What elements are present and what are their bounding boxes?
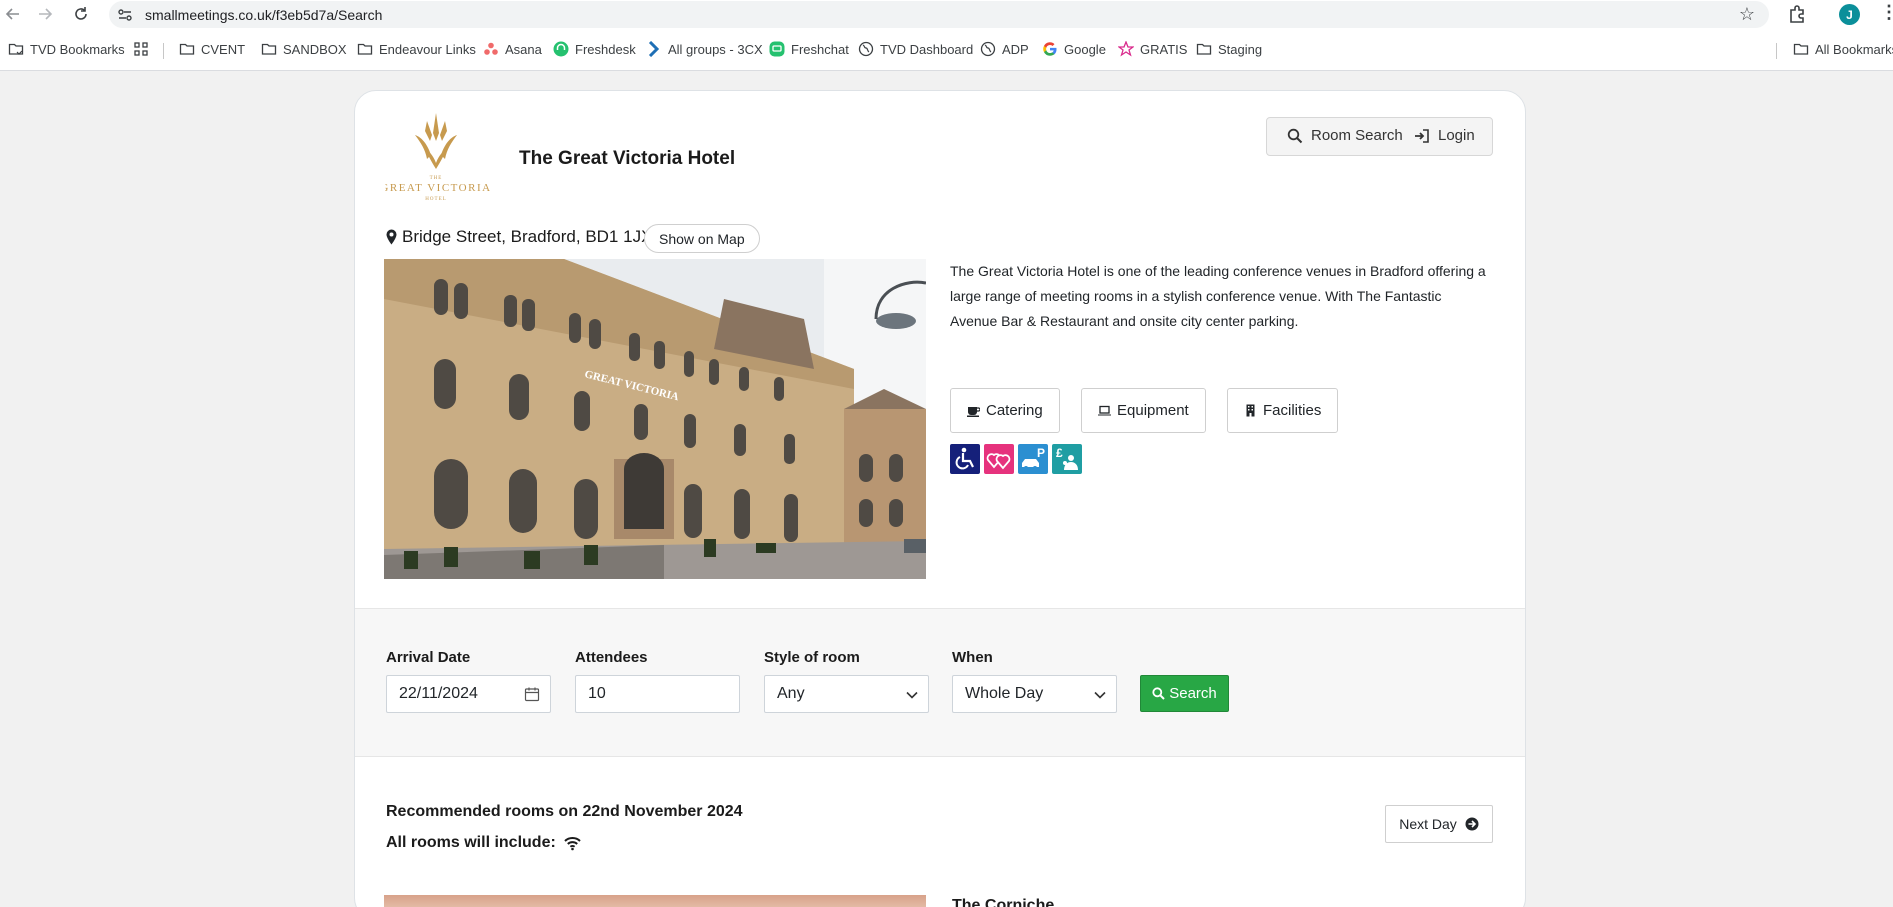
logo-text-line3: HOTEL <box>425 197 446 202</box>
browser-menu-icon[interactable]: ⋮ <box>1880 2 1893 23</box>
bookmark-separator <box>163 43 164 59</box>
folder-icon <box>1196 43 1212 55</box>
facilities-button[interactable]: Facilities <box>1227 388 1339 433</box>
arrow-circle-right-icon <box>1465 817 1479 831</box>
chevron-down-icon <box>906 691 918 699</box>
bookmark-tvd-bookmarks[interactable]: TVD Bookmarks <box>8 41 125 57</box>
bookmark-sandbox[interactable]: SANDBOX <box>261 41 347 57</box>
login-link[interactable]: Login <box>1414 127 1475 144</box>
map-marker-icon <box>386 229 397 245</box>
3cx-icon <box>648 41 660 57</box>
paid-childcare-icon: £ <box>1052 444 1082 474</box>
bookmark-separator <box>1776 43 1777 59</box>
hotel-photo: GREAT VICTORIA <box>384 259 926 579</box>
chevron-down-icon <box>1094 691 1106 699</box>
site-settings-icon[interactable] <box>117 7 133 23</box>
apps-grid-icon <box>134 42 148 56</box>
google-icon <box>1043 42 1057 56</box>
hotel-address: Bridge Street, Bradford, BD1 1JX <box>386 227 652 247</box>
folder-icon <box>357 43 373 55</box>
bookmark-gratis[interactable]: GRATIS <box>1118 41 1187 57</box>
parking-letter: P <box>1037 446 1045 460</box>
logo-text-line2: GREAT VICTORIA <box>385 182 492 194</box>
logo-text-line1: THE <box>430 176 443 181</box>
forward-arrow-icon[interactable] <box>32 1 58 27</box>
address-bar[interactable]: smallmeetings.co.uk/f3eb5d7a/Search ☆ <box>109 1 1769 28</box>
arrival-date-label: Arrival Date <box>386 649 471 666</box>
hotel-card: THE GREAT VICTORIA HOTEL The Great Victo… <box>354 90 1526 907</box>
equipment-button[interactable]: Equipment <box>1081 388 1206 433</box>
folder-icon <box>1793 43 1809 55</box>
bookmark-freshdesk[interactable]: Freshdesk <box>553 41 636 57</box>
bookmark-freshchat[interactable]: Freshchat <box>769 41 849 57</box>
profile-avatar[interactable]: J <box>1839 4 1860 25</box>
rooms-include-line: All rooms will include: <box>386 834 581 852</box>
folder-icon <box>8 43 24 55</box>
room-name[interactable]: The Corniche <box>952 897 1054 907</box>
bookmark-cvent[interactable]: CVENT <box>179 41 245 57</box>
hotel-logo[interactable]: THE GREAT VICTORIA HOTEL <box>385 113 505 205</box>
browser-toolbar: smallmeetings.co.uk/f3eb5d7a/Search ☆ J … <box>0 0 1893 71</box>
catering-button[interactable]: Catering <box>950 388 1060 433</box>
style-of-room-label: Style of room <box>764 649 860 666</box>
back-arrow-icon[interactable] <box>0 1 26 27</box>
search-icon <box>1287 128 1303 143</box>
laptop-icon <box>1098 405 1111 416</box>
bookmarks-bar: TVD Bookmarks CVENT SANDBOX Endeavour Li… <box>0 38 1893 64</box>
room-search-link[interactable]: Room Search <box>1287 127 1403 144</box>
bookmark-star-icon[interactable]: ☆ <box>1739 4 1755 25</box>
freshdesk-icon <box>553 41 569 57</box>
hotel-name: The Great Victoria Hotel <box>519 148 736 169</box>
show-on-map-button[interactable]: Show on Map <box>644 224 760 253</box>
freshchat-icon <box>769 41 785 57</box>
globe-icon <box>858 41 874 57</box>
weddings-hearts-icon <box>984 444 1014 474</box>
bookmark-tvd-dashboard[interactable]: TVD Dashboard <box>858 41 973 57</box>
calendar-icon[interactable] <box>524 686 540 702</box>
url-text[interactable]: smallmeetings.co.uk/f3eb5d7a/Search <box>145 7 382 23</box>
next-day-button[interactable]: Next Day <box>1385 805 1493 843</box>
all-bookmarks[interactable]: All Bookmarks <box>1793 41 1893 57</box>
reload-icon[interactable] <box>68 1 94 27</box>
when-label: When <box>952 649 993 666</box>
building-icon <box>1246 404 1255 417</box>
extensions-icon[interactable] <box>1786 3 1808 25</box>
search-icon <box>1152 687 1165 700</box>
folder-icon <box>179 43 195 55</box>
wifi-icon <box>564 836 581 850</box>
style-of-room-select[interactable]: Any <box>764 675 929 713</box>
bookmark-asana[interactable]: Asana <box>483 41 542 57</box>
coffee-cup-icon <box>967 407 980 417</box>
wheelchair-access-icon <box>950 444 980 474</box>
search-form: Arrival Date 22/11/2024 Attendees 10 Sty… <box>355 608 1525 757</box>
bookmark-google[interactable]: Google <box>1042 41 1106 57</box>
sign-in-icon <box>1415 128 1429 143</box>
search-button[interactable]: Search <box>1140 675 1229 712</box>
when-select[interactable]: Whole Day <box>952 675 1117 713</box>
bookmark-staging[interactable]: Staging <box>1196 41 1262 57</box>
globe-icon <box>980 41 996 57</box>
gratis-icon <box>1118 41 1134 57</box>
attendees-label: Attendees <box>575 649 648 666</box>
bookmark-adp[interactable]: ADP <box>980 41 1029 57</box>
room-thumbnail[interactable] <box>384 895 926 907</box>
recommended-rooms-title: Recommended rooms on 22nd November 2024 <box>386 803 743 820</box>
bookmark-apps[interactable] <box>133 41 149 57</box>
parking-icon: P <box>1018 444 1048 474</box>
arrival-date-input[interactable]: 22/11/2024 <box>386 675 551 713</box>
folder-icon <box>261 43 277 55</box>
hotel-description: The Great Victoria Hotel is one of the l… <box>950 263 1486 329</box>
top-nav: Room Search Login <box>1266 117 1493 156</box>
bookmark-3cx[interactable]: All groups - 3CX <box>646 41 763 57</box>
pound-sign: £ <box>1056 446 1063 460</box>
attendees-input[interactable]: 10 <box>575 675 740 713</box>
asana-icon <box>484 42 498 55</box>
bookmark-endeavour-links[interactable]: Endeavour Links <box>357 41 476 57</box>
